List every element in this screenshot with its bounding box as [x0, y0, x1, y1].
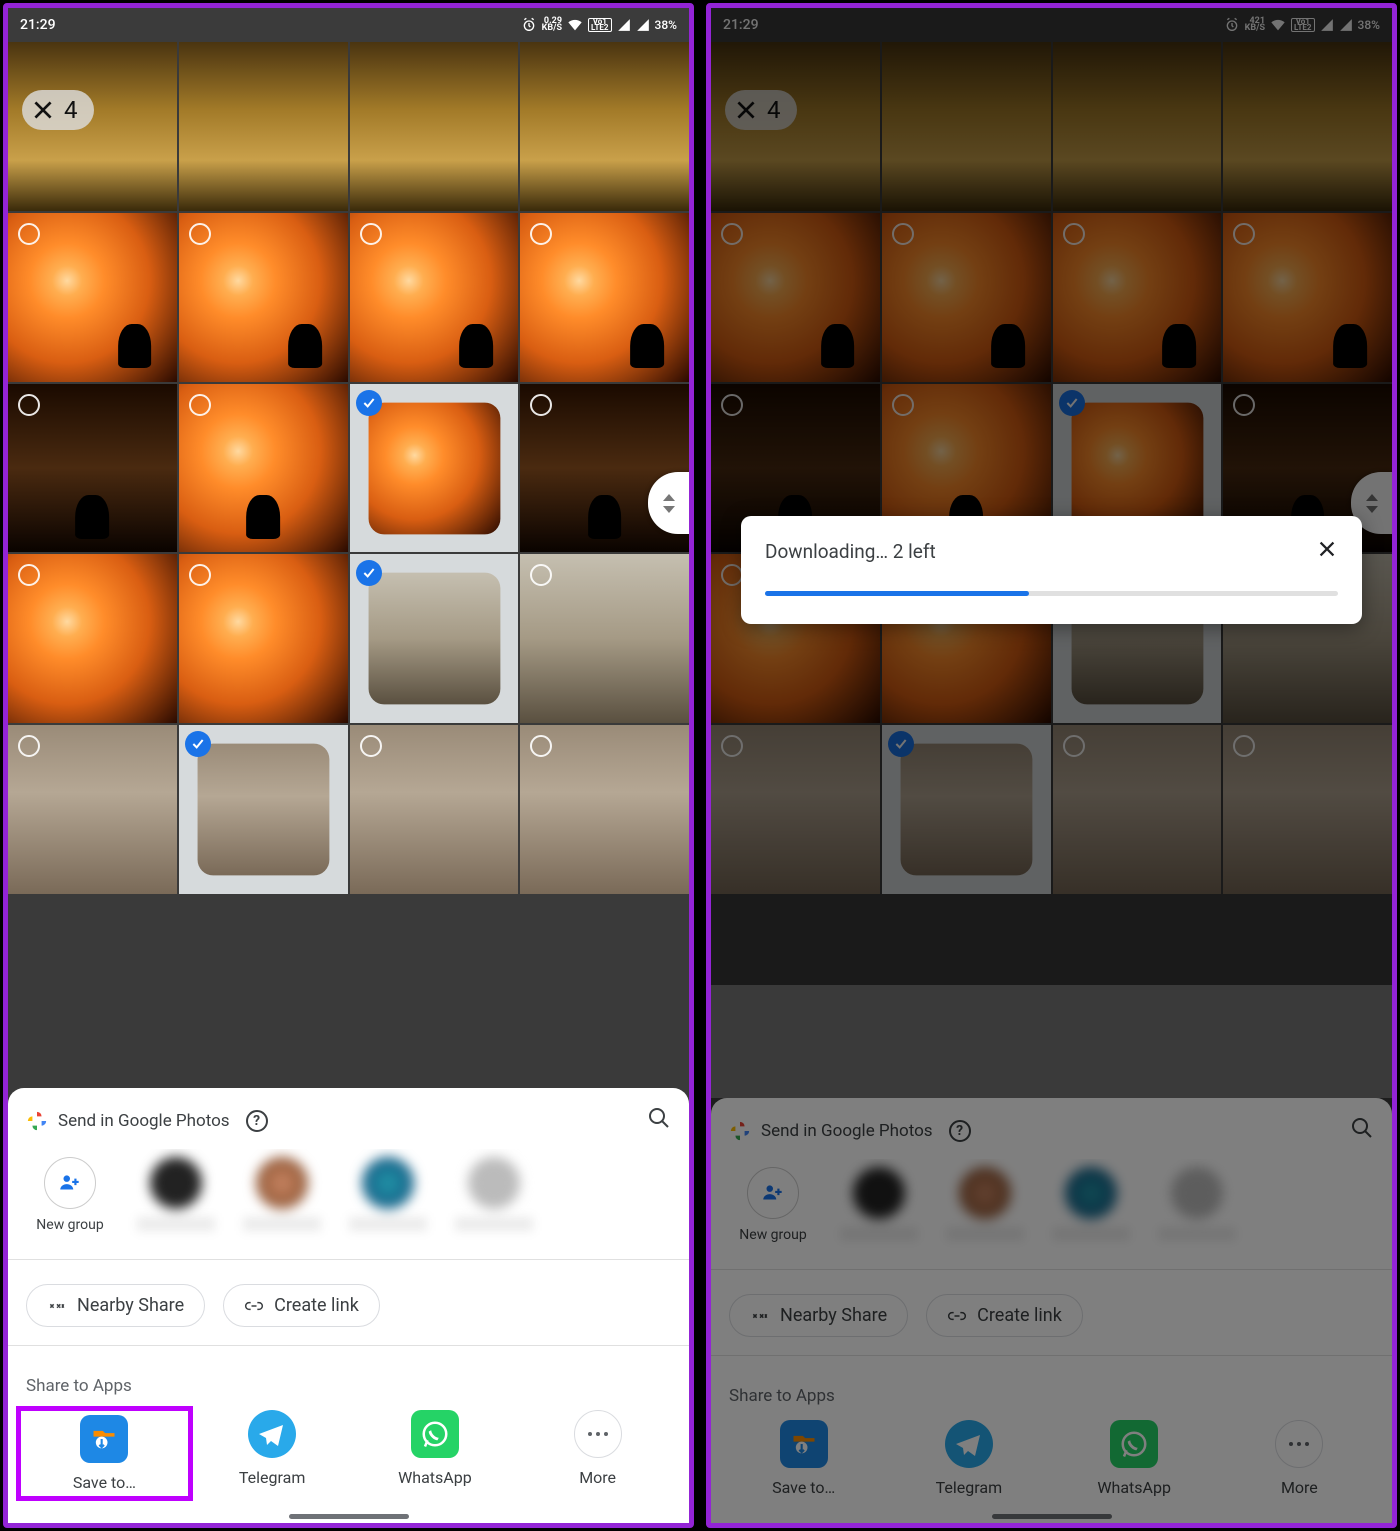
battery-text: 38%	[655, 18, 677, 32]
whatsapp-icon	[420, 1419, 450, 1449]
contacts-row: New group	[8, 1149, 689, 1249]
alarm-icon	[521, 17, 537, 33]
close-icon[interactable]	[30, 97, 56, 123]
app-more[interactable]: More	[516, 1410, 679, 1497]
signal-icon	[617, 18, 631, 32]
sheet-title: Send in Google Photos	[58, 1111, 230, 1131]
new-group-label: New group	[36, 1217, 103, 1233]
share-to-apps-label: Share to Apps	[8, 1356, 689, 1402]
photo-thumb[interactable]	[350, 384, 519, 553]
photo-thumb[interactable]	[350, 725, 519, 894]
status-bar: 21:29 0.29KB/S Vo1LTE2 38%	[8, 8, 689, 42]
photo-thumb[interactable]	[520, 725, 689, 894]
photo-thumb[interactable]	[179, 725, 348, 894]
nearby-icon	[47, 1296, 67, 1316]
share-sheet: Send in Google Photos ? New group Nearby…	[711, 1098, 1392, 1523]
status-icons: 0.29KB/S Vo1LTE2 38%	[521, 17, 677, 33]
new-group-button[interactable]: New group	[26, 1157, 114, 1233]
selection-badge[interactable]: 4	[22, 90, 94, 130]
phone-right: 21:29 421KB/S Vo1LTE2 38% 4 Send in Goog…	[706, 3, 1397, 1528]
app-whatsapp[interactable]: WhatsApp	[354, 1410, 517, 1497]
download-text: Downloading… 2 left	[765, 540, 936, 563]
nearby-share-chip[interactable]: Nearby Share	[26, 1284, 205, 1327]
photo-thumb[interactable]	[8, 554, 177, 723]
photo-thumb[interactable]	[8, 213, 177, 382]
photo-thumb[interactable]	[8, 725, 177, 894]
photo-thumb[interactable]	[179, 554, 348, 723]
more-icon	[586, 1430, 610, 1438]
contact-blurred[interactable]	[450, 1157, 538, 1233]
google-photos-icon	[26, 1110, 48, 1132]
contact-blurred[interactable]	[238, 1157, 326, 1233]
photo-thumb[interactable]	[350, 554, 519, 723]
photo-thumb[interactable]	[520, 42, 689, 211]
contact-blurred[interactable]	[132, 1157, 220, 1233]
dialog-close-icon[interactable]	[1316, 538, 1338, 565]
files-icon	[90, 1425, 118, 1453]
photo-thumb[interactable]	[520, 213, 689, 382]
photo-thumb[interactable]	[8, 384, 177, 553]
photo-thumb[interactable]	[179, 213, 348, 382]
selection-count: 4	[64, 96, 78, 124]
help-icon[interactable]: ?	[246, 1110, 268, 1132]
photo-thumb[interactable]	[179, 384, 348, 553]
photo-thumb[interactable]	[520, 554, 689, 723]
search-icon[interactable]	[647, 1106, 671, 1135]
photo-thumb[interactable]	[350, 213, 519, 382]
status-time: 21:29	[20, 17, 56, 33]
app-telegram[interactable]: Telegram	[191, 1410, 354, 1497]
download-dialog: Downloading… 2 left	[741, 516, 1362, 624]
app-save-to[interactable]: Save to…	[16, 1406, 193, 1501]
dim-layer	[711, 1098, 1392, 1523]
link-icon	[244, 1296, 264, 1316]
telegram-icon	[248, 1410, 296, 1458]
photo-thumb[interactable]	[179, 42, 348, 211]
share-sheet: Send in Google Photos ? New group Nearby…	[8, 1088, 689, 1523]
nav-handle[interactable]	[289, 1514, 409, 1519]
phone-left: 21:29 0.29KB/S Vo1LTE2 38% 4 Send in Goo…	[3, 3, 694, 1528]
progress-bar	[765, 591, 1338, 596]
photo-thumb[interactable]	[350, 42, 519, 211]
scrim	[711, 8, 1392, 985]
contact-blurred[interactable]	[344, 1157, 432, 1233]
signal-icon-2	[636, 18, 650, 32]
create-link-chip[interactable]: Create link	[223, 1284, 380, 1327]
wifi-icon	[567, 17, 583, 33]
